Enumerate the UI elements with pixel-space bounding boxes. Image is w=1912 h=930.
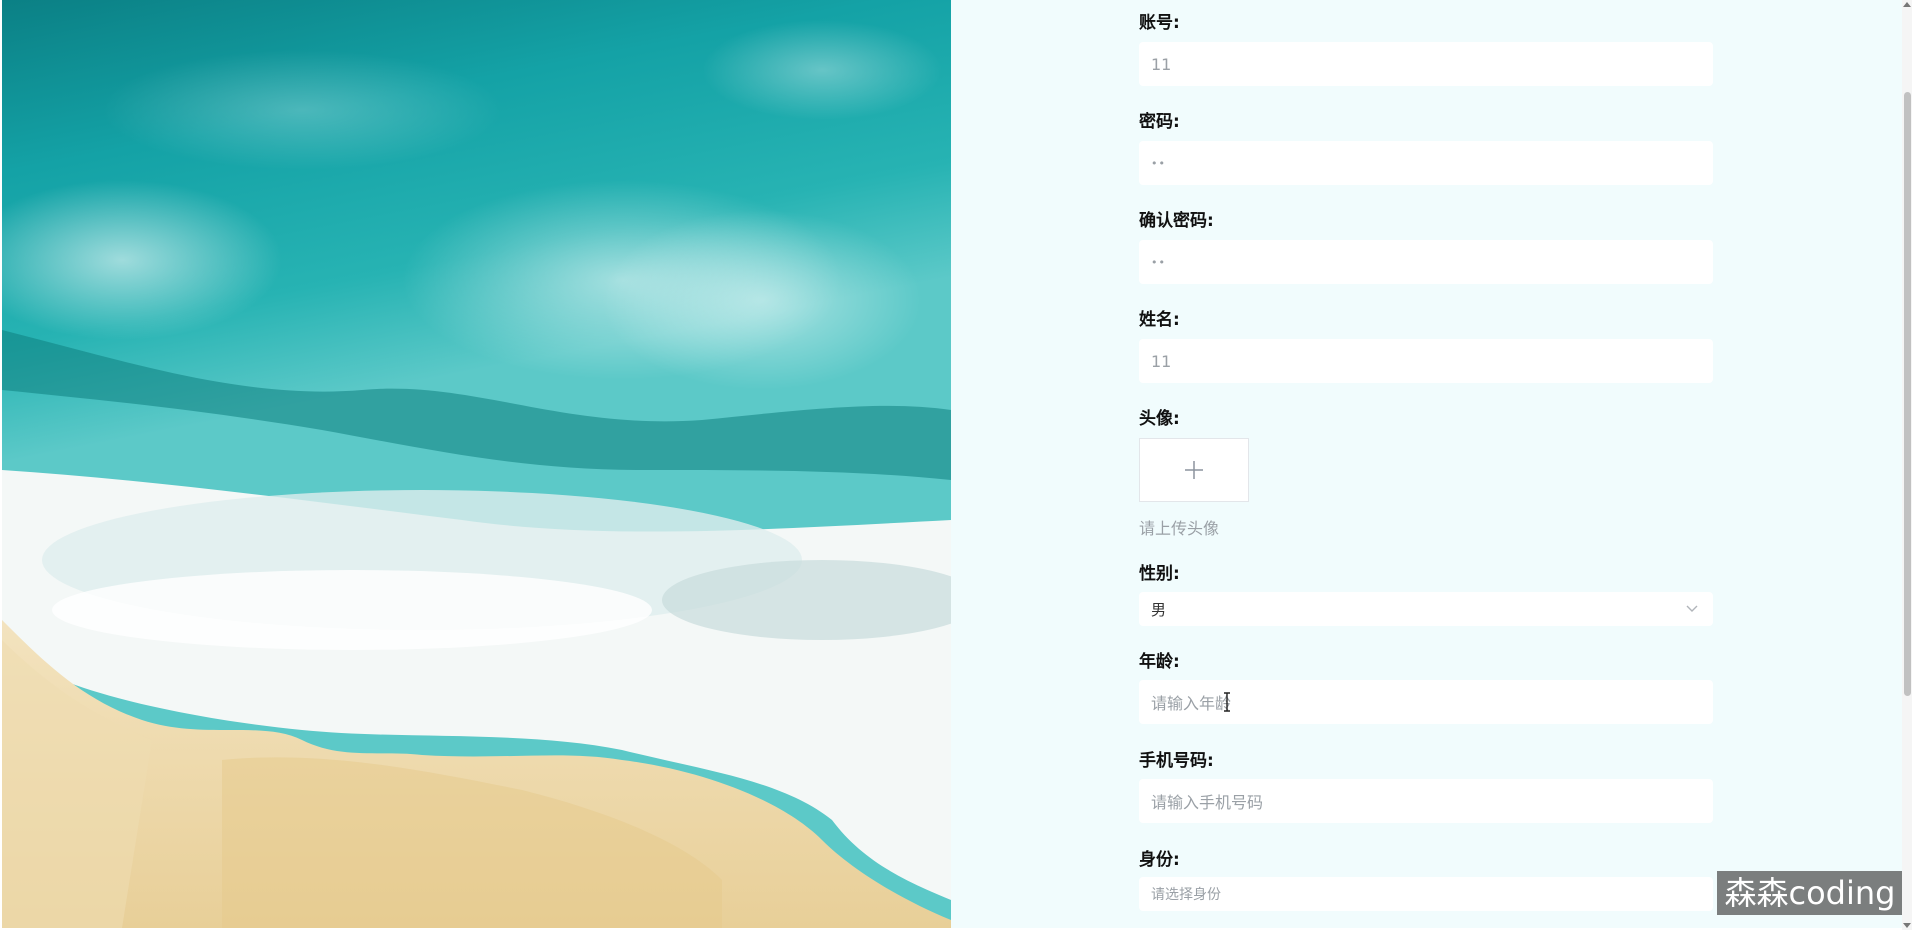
age-placeholder: 请输入年龄 [1151,694,1232,713]
name-value: 11 [1151,351,1172,371]
confirm-password-input[interactable]: •• [1139,240,1713,284]
gender-value: 男 [1151,600,1167,619]
watermark: 森森coding [1717,871,1903,915]
avatar-label: 头像: [1139,409,1180,429]
confirm-password-label: 确认密码: [1139,211,1214,231]
plus-icon [1185,461,1203,479]
phone-label: 手机号码: [1139,751,1214,771]
gender-select[interactable]: 男 [1139,592,1713,626]
scroll-thumb[interactable] [1904,92,1911,696]
phone-placeholder: 请输入手机号码 [1151,793,1264,812]
text-cursor-icon [1224,692,1230,712]
phone-input[interactable]: 请输入手机号码 [1139,779,1713,823]
account-value: 11 [1151,54,1172,74]
account-input[interactable]: 11 [1139,42,1713,86]
gender-label: 性别: [1139,564,1180,584]
confirm-password-value: •• [1151,255,1166,269]
register-form-panel: 账号: 11 密码: •• 确认密码: •• 姓名: 11 头像: 请上传头像 … [951,0,1902,928]
register-page: 账号: 11 密码: •• 确认密码: •• 姓名: 11 头像: 请上传头像 … [0,0,1912,930]
page-scrollbar[interactable] [1902,0,1912,930]
password-label: 密码: [1139,112,1180,132]
avatar-upload-button[interactable] [1139,438,1249,502]
age-label: 年龄: [1139,652,1180,672]
scroll-down-arrow-icon[interactable] [1903,923,1911,928]
avatar-hint: 请上传头像 [1139,519,1220,538]
beach-image [2,0,951,928]
role-select[interactable]: 请选择身份 [1139,877,1713,911]
role-label: 身份: [1139,850,1180,870]
account-label: 账号: [1139,13,1180,33]
password-input[interactable]: •• [1139,141,1713,185]
name-label: 姓名: [1139,310,1180,330]
password-value: •• [1151,156,1166,170]
chevron-down-icon [1686,605,1698,612]
role-placeholder: 请选择身份 [1151,887,1221,903]
scroll-up-arrow-icon[interactable] [1903,2,1911,7]
name-input[interactable]: 11 [1139,339,1713,383]
